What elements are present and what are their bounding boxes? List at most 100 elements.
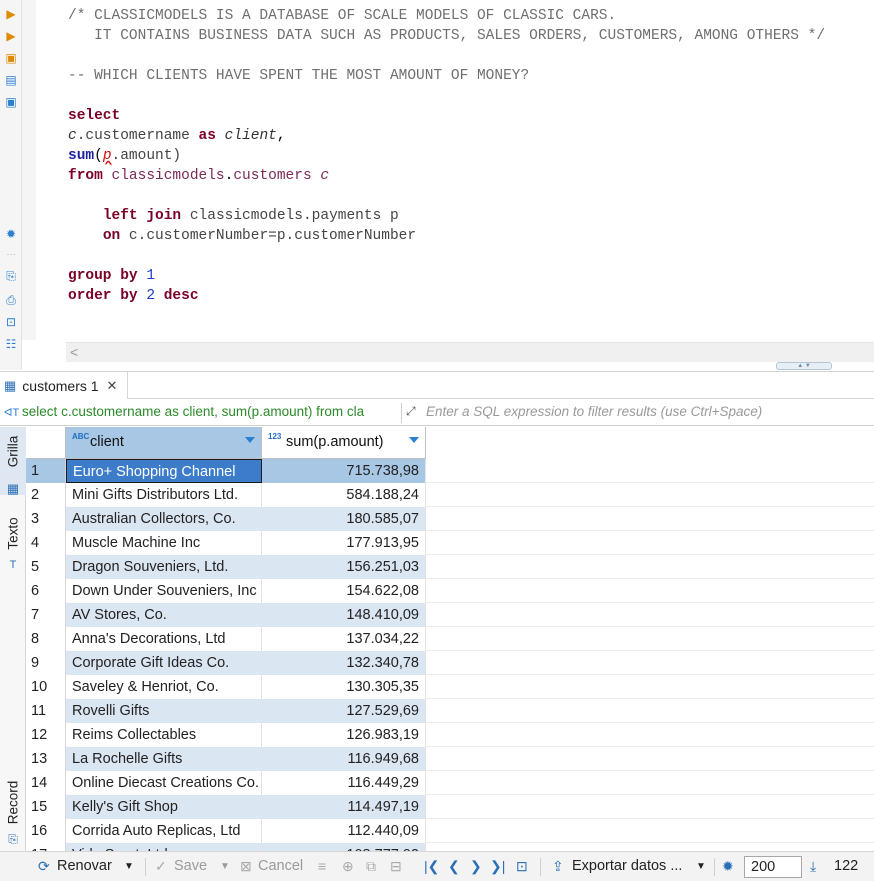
table-row[interactable]: 2 Mini Gifts Distributors Ltd. 584.188,24 <box>26 483 874 507</box>
panel-resize-handle[interactable]: ▲ ▼ <box>776 362 832 370</box>
table-row[interactable]: 13 La Rochelle Gifts 116.949,68 <box>26 747 874 771</box>
cancel-button[interactable]: Cancel <box>258 858 303 874</box>
table-row[interactable]: 8 Anna's Decorations, Ltd 137.034,22 <box>26 627 874 651</box>
table-row[interactable]: 5 Dragon Souveniers, Ltd. 156.251,03 <box>26 555 874 579</box>
copy-row-icon[interactable]: ⧉ <box>366 858 376 875</box>
row-number[interactable]: 10 <box>26 675 66 699</box>
column-header-client[interactable]: ABC client <box>66 427 262 459</box>
cell-client[interactable]: Vida Sport, Ltd <box>66 843 262 851</box>
row-number-header[interactable] <box>26 427 66 459</box>
cell-amount[interactable]: 126.983,19 <box>262 723 426 747</box>
cell-amount[interactable]: 137.034,22 <box>262 627 426 651</box>
column-header-sum-amount[interactable]: 123 sum(p.amount) <box>262 427 426 459</box>
row-number[interactable]: 13 <box>26 747 66 771</box>
cell-client[interactable]: Online Diecast Creations Co. <box>66 771 262 795</box>
cell-client[interactable]: Reims Collectables <box>66 723 262 747</box>
cell-amount[interactable]: 177.913,95 <box>262 531 426 555</box>
cell-amount[interactable]: 116.449,29 <box>262 771 426 795</box>
cell-client[interactable]: Kelly's Gift Shop <box>66 795 262 819</box>
open-file-icon[interactable]: ⎘ <box>3 268 19 284</box>
cell-amount[interactable]: 116.949,68 <box>262 747 426 771</box>
table-row[interactable]: 16 Corrida Auto Replicas, Ltd 112.440,09 <box>26 819 874 843</box>
cell-client[interactable]: Muscle Machine Inc <box>66 531 262 555</box>
cell-client[interactable]: Down Under Souveniers, Inc <box>66 579 262 603</box>
first-page-icon[interactable]: |❮ <box>424 858 439 875</box>
horizontal-scrollbar[interactable]: < <box>66 342 874 362</box>
cell-client[interactable]: Rovelli Gifts <box>66 699 262 723</box>
table-row[interactable]: 4 Muscle Machine Inc 177.913,95 <box>26 531 874 555</box>
gear-icon[interactable]: ✹ <box>722 858 734 875</box>
execute-new-tab-icon[interactable]: ▣ <box>3 50 19 66</box>
cell-client[interactable]: Euro+ Shopping Channel <box>66 459 262 483</box>
export-icon[interactable]: ⇪ <box>552 858 564 875</box>
row-number[interactable]: 14 <box>26 771 66 795</box>
cell-amount[interactable]: 154.622,08 <box>262 579 426 603</box>
results-grid[interactable]: ABC client 123 sum(p.amount) 1 Euro+ Shop… <box>26 427 874 851</box>
save-check-icon[interactable]: ✓ <box>155 858 167 875</box>
export-dropdown-icon[interactable]: ▼ <box>696 861 706 872</box>
export-data-button[interactable]: Exportar datos ... <box>572 858 682 874</box>
cell-amount[interactable]: 112.440,09 <box>262 819 426 843</box>
cell-client[interactable]: Anna's Decorations, Ltd <box>66 627 262 651</box>
table-row[interactable]: 10 Saveley & Henriot, Co. 130.305,35 <box>26 675 874 699</box>
table-row[interactable]: 15 Kelly's Gift Shop 114.497,19 <box>26 795 874 819</box>
row-number[interactable]: 6 <box>26 579 66 603</box>
table-row[interactable]: 1 Euro+ Shopping Channel 715.738,98 <box>26 459 874 483</box>
cell-amount[interactable]: 108.777,92 <box>262 843 426 851</box>
filter-input[interactable] <box>426 404 866 419</box>
row-number[interactable]: 5 <box>26 555 66 579</box>
cell-amount[interactable]: 130.305,35 <box>262 675 426 699</box>
cell-client[interactable]: Australian Collectors, Co. <box>66 507 262 531</box>
tab-customers-1[interactable]: ▦ customers 1 ✕ <box>0 372 128 399</box>
table-row[interactable]: 9 Corporate Gift Ideas Co. 132.340,78 <box>26 651 874 675</box>
close-icon[interactable]: ✕ <box>107 378 118 394</box>
cell-amount[interactable]: 584.188,24 <box>262 483 426 507</box>
expand-icon[interactable]: ⤢ <box>406 404 416 419</box>
table-row[interactable]: 11 Rovelli Gifts 127.529,69 <box>26 699 874 723</box>
row-number[interactable]: 8 <box>26 627 66 651</box>
cell-client[interactable]: Corporate Gift Ideas Co. <box>66 651 262 675</box>
refresh-icon[interactable]: ⟳ <box>38 858 50 875</box>
cell-client[interactable]: AV Stores, Co. <box>66 603 262 627</box>
save-button[interactable]: Save <box>174 858 207 874</box>
sort-filter-icon[interactable] <box>409 437 419 443</box>
execute-script-icon[interactable]: ▶ <box>3 28 19 44</box>
row-number[interactable]: 7 <box>26 603 66 627</box>
cell-client[interactable]: Dragon Souveniers, Ltd. <box>66 555 262 579</box>
delete-row-icon[interactable]: ⊟ <box>390 858 402 875</box>
cell-client[interactable]: Mini Gifts Distributors Ltd. <box>66 483 262 507</box>
cell-client[interactable]: Corrida Auto Replicas, Ltd <box>66 819 262 843</box>
cell-amount[interactable]: 132.340,78 <box>262 651 426 675</box>
sort-filter-icon[interactable] <box>245 437 255 443</box>
previous-page-icon[interactable]: ❮ <box>448 858 460 875</box>
row-number[interactable]: 4 <box>26 531 66 555</box>
cell-amount[interactable]: 715.738,98 <box>262 459 426 483</box>
cell-amount[interactable]: 180.585,07 <box>262 507 426 531</box>
cell-amount[interactable]: 148.410,09 <box>262 603 426 627</box>
explain-plan-icon[interactable]: ▤ <box>3 72 19 88</box>
cancel-icon[interactable]: ⊠ <box>240 858 252 875</box>
table-row[interactable]: 3 Australian Collectors, Co. 180.585,07 <box>26 507 874 531</box>
cell-amount[interactable]: 127.529,69 <box>262 699 426 723</box>
scroll-left-icon[interactable]: < <box>70 344 78 360</box>
gear-icon[interactable]: ✹ <box>3 226 19 242</box>
row-number[interactable]: 16 <box>26 819 66 843</box>
fetch-size-input[interactable] <box>744 856 802 878</box>
row-number[interactable]: 1 <box>26 459 66 483</box>
edit-row-icon[interactable]: ≡ <box>318 858 326 874</box>
tab-text[interactable]: Texto T <box>0 505 26 577</box>
table-row[interactable]: 7 AV Stores, Co. 148.410,09 <box>26 603 874 627</box>
cell-amount[interactable]: 114.497,19 <box>262 795 426 819</box>
cell-client[interactable]: Saveley & Henriot, Co. <box>66 675 262 699</box>
row-number[interactable]: 15 <box>26 795 66 819</box>
sql-editor[interactable]: ▶ ▶ ▣ ▤ ▣ ✹ ⋯ ⎘ ⎙ ⊡ ☷ − − − − /* CLASSIC… <box>0 0 874 370</box>
tab-grid[interactable]: Grilla ▦ <box>0 427 26 496</box>
row-number[interactable]: 11 <box>26 699 66 723</box>
terminal-icon[interactable]: ▣ <box>3 94 19 110</box>
code-area[interactable]: /* CLASSICMODELS IS A DATABASE OF SCALE … <box>36 0 874 340</box>
row-number[interactable]: 9 <box>26 651 66 675</box>
table-row[interactable]: 6 Down Under Souveniers, Inc 154.622,08 <box>26 579 874 603</box>
row-count-icon[interactable]: ⤓ <box>810 858 816 875</box>
row-number[interactable]: 2 <box>26 483 66 507</box>
table-row[interactable]: 14 Online Diecast Creations Co. 116.449,29 <box>26 771 874 795</box>
